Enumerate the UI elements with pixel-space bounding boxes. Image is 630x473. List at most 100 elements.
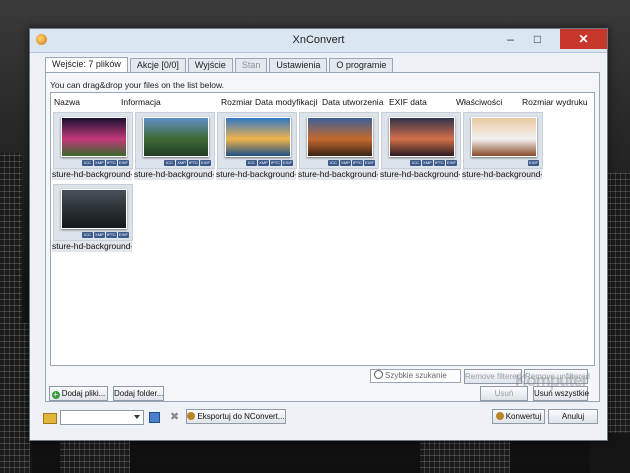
column-properties[interactable]: Właściwości	[456, 97, 502, 107]
plus-icon: +	[51, 390, 60, 399]
metadata-badges: ICC XMP IPTC EXIF	[245, 160, 293, 166]
tab-about[interactable]: O programie	[329, 58, 394, 72]
search-placeholder: Szybkie szukanie	[385, 371, 447, 380]
export-nconvert-button[interactable]: Eksportuj do NConvert...	[186, 409, 286, 424]
xnconvert-window: XnConvert – □ ✕ Wejście: 7 plików Akcje …	[29, 28, 608, 441]
exif-badge: EXIF	[118, 160, 129, 166]
building	[0, 323, 30, 473]
icc-badge: ICC	[82, 232, 93, 238]
column-modified[interactable]: Data modyfikacji	[255, 97, 317, 107]
thumbnail-frame: ICC XMP IPTC EXIF	[135, 112, 215, 169]
delete-icon[interactable]: ✖	[170, 410, 179, 423]
exif-badge: EXIF	[200, 160, 211, 166]
drag-drop-hint: You can drag&drop your files on the list…	[50, 80, 225, 90]
client-area: Wejście: 7 plików Akcje [0/0] Wyjście St…	[30, 53, 607, 440]
tab-status: Stan	[234, 58, 268, 72]
thumbnail-image	[307, 117, 373, 157]
tab-bar: Wejście: 7 plików Akcje [0/0] Wyjście St…	[45, 57, 395, 73]
file-name-label: sture-hd-background-	[216, 169, 296, 180]
file-thumbnail[interactable]: ICC XMP IPTC EXIF sture-hd-background-	[380, 112, 461, 180]
tab-input[interactable]: Wejście: 7 plików	[45, 57, 128, 73]
file-thumbnail[interactable]: ICC XMP IPTC EXIF sture-hd-background-	[134, 112, 215, 180]
file-name-label: sture-hd-background-	[52, 241, 132, 252]
export-label: Eksportuj do NConvert...	[197, 412, 285, 421]
column-info[interactable]: Informacja	[121, 97, 161, 107]
search-icon	[374, 370, 383, 379]
metadata-badges: ICC XMP IPTC EXIF	[327, 160, 375, 166]
thumbnail-grid: ICC XMP IPTC EXIF sture-hd-background- ICC XMP…	[51, 110, 594, 365]
metadata-badges: ICC XMP IPTC EXIF	[81, 232, 129, 238]
gear-icon	[187, 412, 196, 420]
exif-badge: EXIF	[118, 232, 129, 238]
convert-button[interactable]: Konwertuj	[492, 409, 545, 424]
maximize-button[interactable]: □	[524, 29, 551, 49]
building	[606, 173, 630, 473]
xmp-badge: XMP	[422, 160, 433, 166]
column-created[interactable]: Data utworzenia	[322, 97, 383, 107]
iptc-badge: IPTC	[188, 160, 199, 166]
iptc-badge: IPTC	[352, 160, 363, 166]
building	[420, 437, 510, 473]
file-thumbnail[interactable]: EXIF sture-hd-background-	[462, 112, 543, 180]
exif-badge: EXIF	[364, 160, 375, 166]
quick-search-input[interactable]: Szybkie szukanie	[370, 369, 461, 383]
thumbnail-frame: ICC XMP IPTC EXIF	[381, 112, 461, 169]
thumbnail-frame: EXIF	[463, 112, 543, 169]
input-panel: You can drag&drop your files on the list…	[45, 72, 600, 402]
thumbnail-image	[389, 117, 455, 157]
metadata-badges: ICC XMP IPTC EXIF	[409, 160, 457, 166]
minimize-button[interactable]: –	[497, 29, 524, 49]
convert-icon	[495, 412, 504, 420]
column-name[interactable]: Nazwa	[54, 97, 80, 107]
column-size[interactable]: Rozmiar	[221, 97, 253, 107]
exif-badge: EXIF	[528, 160, 539, 166]
file-thumbnail[interactable]: ICC XMP IPTC EXIF sture-hd-background-	[298, 112, 379, 180]
convert-label: Konwertuj	[505, 412, 542, 421]
close-button[interactable]: ✕	[560, 29, 607, 49]
icc-badge: ICC	[82, 160, 93, 166]
column-print-size[interactable]: Rozmiar wydruku	[522, 97, 588, 107]
file-thumbnail[interactable]: ICC XMP IPTC EXIF sture-hd-background-	[52, 184, 133, 252]
iptc-badge: IPTC	[106, 232, 117, 238]
save-icon[interactable]	[149, 412, 160, 423]
iptc-badge: IPTC	[434, 160, 445, 166]
thumbnail-frame: ICC XMP IPTC EXIF	[53, 112, 133, 169]
thumbnail-image	[61, 189, 127, 229]
tab-settings[interactable]: Ustawienia	[269, 58, 328, 72]
metadata-badges: ICC XMP IPTC EXIF	[163, 160, 211, 166]
file-list[interactable]: Nazwa Informacja Rozmiar Data modyfikacj…	[50, 92, 595, 366]
column-exif[interactable]: EXIF data	[389, 97, 427, 107]
file-name-label: sture-hd-background-	[52, 169, 132, 180]
file-name-label: sture-hd-background-	[380, 169, 460, 180]
chevron-down-icon	[134, 415, 140, 419]
file-name-label: sture-hd-background-	[134, 169, 214, 180]
xmp-badge: XMP	[258, 160, 269, 166]
remove-filtered-button[interactable]: Remove filtered	[464, 369, 522, 384]
cancel-button[interactable]: Anuluj	[548, 409, 598, 424]
add-files-button[interactable]: + Dodaj pliki...	[49, 386, 108, 401]
title-bar[interactable]: XnConvert – □ ✕	[30, 29, 607, 53]
thumbnail-image	[225, 117, 291, 157]
folder-icon[interactable]	[43, 413, 57, 424]
file-name-label: sture-hd-background-	[462, 169, 542, 180]
metadata-badges: ICC XMP IPTC EXIF	[81, 160, 129, 166]
watermark-text: Komputer	[515, 371, 588, 390]
file-thumbnail[interactable]: ICC XMP IPTC EXIF sture-hd-background-	[52, 112, 133, 180]
exif-badge: EXIF	[282, 160, 293, 166]
thumbnail-image	[143, 117, 209, 157]
add-files-label: Dodaj pliki...	[61, 389, 106, 398]
tab-actions[interactable]: Akcje [0/0]	[129, 58, 186, 72]
xmp-badge: XMP	[340, 160, 351, 166]
icc-badge: ICC	[246, 160, 257, 166]
icc-badge: ICC	[328, 160, 339, 166]
thumbnail-frame: ICC XMP IPTC EXIF	[299, 112, 379, 169]
icc-badge: ICC	[164, 160, 175, 166]
file-name-label: sture-hd-background-	[298, 169, 378, 180]
thumbnail-frame: ICC XMP IPTC EXIF	[217, 112, 297, 169]
file-thumbnail[interactable]: ICC XMP IPTC EXIF sture-hd-background-	[216, 112, 297, 180]
tab-output[interactable]: Wyjście	[187, 58, 233, 72]
thumbnail-image	[61, 117, 127, 157]
xmp-badge: XMP	[94, 160, 105, 166]
preset-dropdown[interactable]	[60, 410, 144, 425]
add-folder-button[interactable]: Dodaj folder...	[113, 386, 164, 401]
